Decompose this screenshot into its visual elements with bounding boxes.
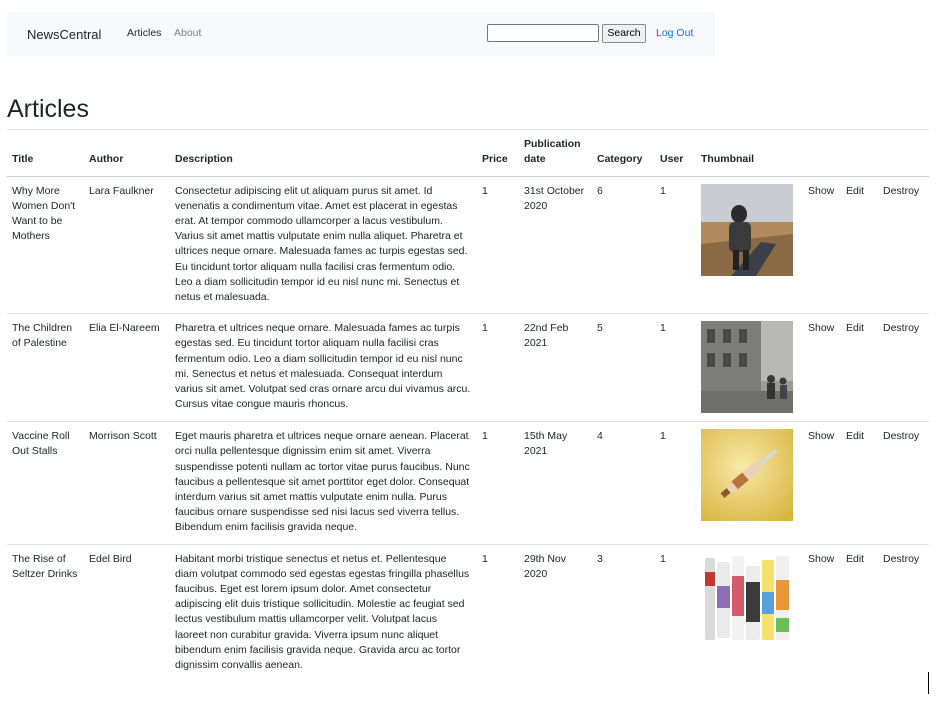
- table-row: The Rise of Seltzer Drinks Edel Bird Hab…: [7, 544, 929, 681]
- text-cursor: [928, 672, 929, 694]
- article-thumbnail-cell: [696, 421, 803, 545]
- article-date: 22nd Feb 2021: [519, 313, 592, 423]
- article-description: Eget mauris pharetra et ultrices neque o…: [170, 421, 477, 545]
- article-date: 31st October 2020: [519, 176, 592, 315]
- page-title: Articles: [7, 95, 89, 123]
- article-author: Elia El-Nareem: [84, 313, 170, 423]
- navbar: NewsCentral Articles About Search Log Ou…: [7, 12, 715, 56]
- nav-link-articles[interactable]: Articles: [127, 27, 161, 39]
- article-date: 29th Nov 2020: [524, 552, 567, 580]
- destroy-link[interactable]: Destroy: [878, 176, 929, 315]
- article-author: Lara Faulkner: [84, 176, 170, 315]
- edit-link[interactable]: Edit: [841, 421, 878, 545]
- article-title: Vaccine Roll Out Stalls: [7, 421, 84, 545]
- table-header-row: Title Author Description Price Publicati…: [7, 130, 929, 177]
- seltzer-cans-photo: [701, 551, 793, 644]
- show-link[interactable]: Show: [803, 544, 841, 681]
- column-header-edit: [841, 130, 878, 177]
- article-thumbnail-cell: [696, 176, 803, 315]
- destroy-link[interactable]: Destroy: [878, 421, 929, 545]
- search-button[interactable]: Search: [602, 24, 646, 43]
- vaccine-syringe-photo: [701, 429, 793, 522]
- edit-link[interactable]: Edit: [841, 313, 878, 423]
- column-header-price: Price: [477, 130, 519, 177]
- edit-link[interactable]: Edit: [841, 544, 878, 681]
- article-price: 1: [482, 552, 488, 565]
- column-header-description: Description: [170, 130, 477, 177]
- destroy-link[interactable]: Destroy: [878, 544, 929, 681]
- brand-link[interactable]: NewsCentral: [27, 27, 101, 42]
- logout-link[interactable]: Log Out: [656, 27, 693, 39]
- article-description: Habitant morbi tristique senectus et net…: [175, 552, 470, 671]
- article-user: 1: [655, 176, 696, 315]
- show-link[interactable]: Show: [803, 176, 841, 315]
- search-input[interactable]: [487, 24, 599, 42]
- table-row: The Children of Palestine Elia El-Nareem…: [7, 313, 929, 423]
- edit-link[interactable]: Edit: [841, 176, 878, 315]
- article-title: The Children of Palestine: [7, 313, 84, 423]
- table-row: Vaccine Roll Out Stalls Morrison Scott E…: [7, 421, 929, 545]
- article-price: 1: [477, 313, 519, 423]
- articles-table: Title Author Description Price Publicati…: [7, 130, 929, 681]
- article-description: Pharetra et ultrices neque ornare. Males…: [170, 313, 477, 423]
- article-thumbnail-cell: [696, 544, 803, 681]
- column-header-author: Author: [84, 130, 170, 177]
- article-category: 5: [592, 313, 655, 423]
- article-user: 1: [660, 552, 666, 565]
- person-walking-photo: [701, 183, 793, 276]
- article-description: Consectetur adipiscing elit ut aliquam p…: [170, 176, 477, 315]
- article-thumbnail-cell: [696, 313, 803, 423]
- show-link[interactable]: Show: [803, 313, 841, 423]
- column-header-show: [803, 130, 841, 177]
- article-price: 1: [477, 176, 519, 315]
- article-title: Why More Women Don't Want to be Mothers: [7, 176, 84, 315]
- article-price: 1: [477, 421, 519, 545]
- article-category: 6: [592, 176, 655, 315]
- column-header-thumbnail: Thumbnail: [696, 130, 803, 177]
- article-date: 15th May 2021: [519, 421, 592, 545]
- show-link[interactable]: Show: [803, 421, 841, 545]
- column-header-category: Category: [592, 130, 655, 177]
- article-category: 3: [597, 552, 603, 565]
- article-title: The Rise of Seltzer Drinks: [12, 552, 78, 580]
- column-header-user: User: [655, 130, 696, 177]
- column-header-title: Title: [7, 130, 84, 177]
- destroy-link[interactable]: Destroy: [878, 313, 929, 423]
- column-header-publication-date: Publication date: [519, 130, 592, 177]
- nav-link-about[interactable]: About: [174, 27, 201, 39]
- article-user: 1: [655, 313, 696, 423]
- article-category: 4: [592, 421, 655, 545]
- column-header-destroy: [878, 130, 929, 177]
- article-user: 1: [655, 421, 696, 545]
- article-author: Morrison Scott: [84, 421, 170, 545]
- article-author: Edel Bird: [89, 552, 132, 565]
- children-street-photo: [701, 321, 793, 414]
- table-row: Why More Women Don't Want to be Mothers …: [7, 176, 929, 315]
